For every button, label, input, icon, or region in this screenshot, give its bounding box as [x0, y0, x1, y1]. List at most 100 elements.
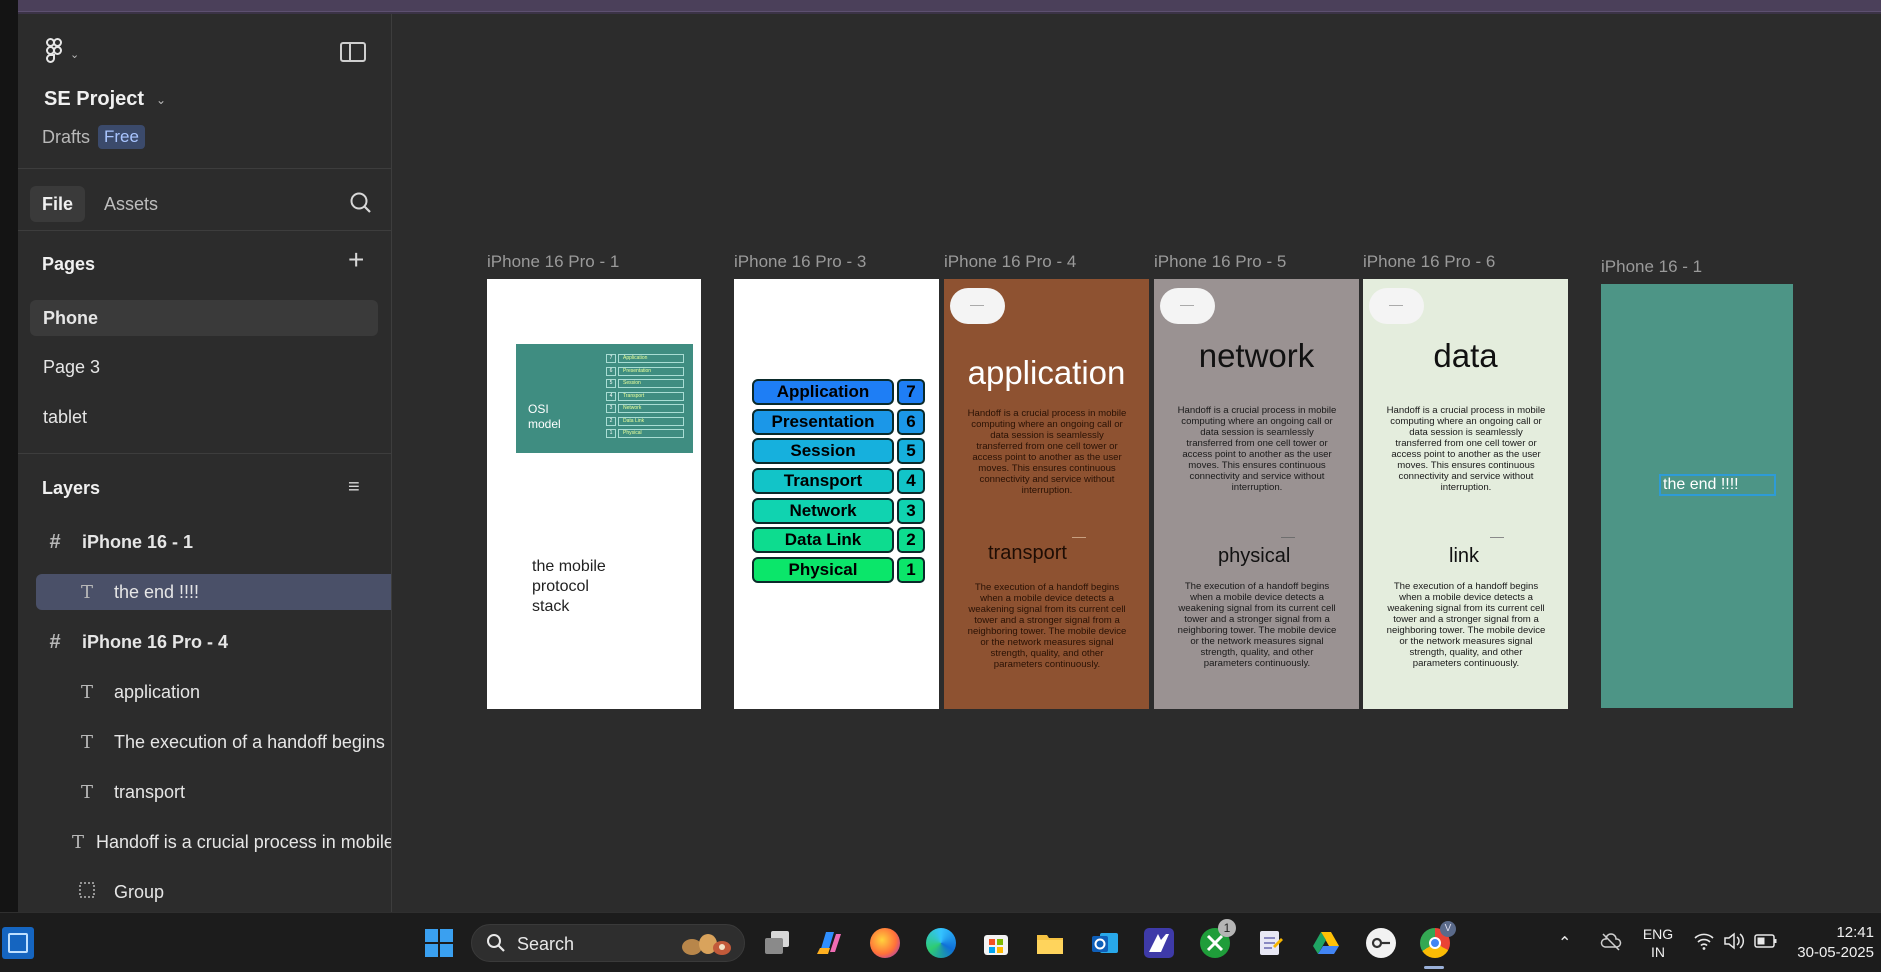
pill-button — [950, 288, 1005, 324]
divider — [18, 168, 391, 169]
page-item-tablet[interactable]: tablet — [30, 399, 378, 435]
layers-title: Layers — [42, 478, 101, 498]
text-layer-icon: T — [80, 581, 93, 603]
handoff-paragraph: Handoff is a crucial process in mobile c… — [1177, 405, 1337, 493]
layer-frame[interactable]: # iPhone 16 - 1 — [40, 524, 391, 560]
tab-file[interactable]: File — [30, 186, 86, 222]
wifi-icon[interactable] — [1693, 931, 1715, 956]
layer-label: application — [114, 681, 201, 702]
osi-layer-row: Network 3 — [752, 497, 927, 524]
frame-label[interactable]: iPhone 16 Pro - 1 — [487, 252, 619, 272]
slide-subtitle: physical — [1218, 545, 1291, 567]
divider — [18, 453, 391, 454]
frame-label[interactable]: iPhone 16 Pro - 4 — [944, 252, 1076, 272]
layer-frame[interactable]: # iPhone 16 Pro - 4 — [40, 624, 391, 660]
chevron-down-icon: ⌄ — [156, 92, 167, 107]
execution-paragraph: The execution of a handoff begins when a… — [1386, 581, 1546, 669]
language-indicator[interactable]: ENG IN — [1638, 925, 1678, 961]
layer-group[interactable]: Group — [36, 874, 391, 910]
phone-frame-data[interactable]: data Handoff is a crucial process in mob… — [1363, 279, 1568, 709]
clock[interactable]: 12:41 30-05-2025 — [1790, 923, 1880, 963]
osi-layer-number: 6 — [897, 408, 925, 435]
osi-layer-label: Session — [752, 438, 894, 465]
onedrive-offline-icon[interactable] — [1600, 931, 1622, 958]
osi-mini-number: 7 — [606, 354, 616, 363]
search-highlight-icon — [678, 931, 734, 963]
drafts-link[interactable]: Drafts — [42, 127, 90, 148]
pages-title: Pages — [42, 254, 96, 274]
project-name-button[interactable]: SE Project ⌄ — [44, 88, 166, 111]
frame-label[interactable]: iPhone 16 Pro - 3 — [734, 252, 866, 272]
osi-layer-label: Physical — [752, 557, 894, 584]
plan-badge: Free — [98, 125, 145, 149]
phone-frame-osi-stack[interactable]: Application 7 Presentation 6 Session 5 Tran… — [734, 279, 939, 709]
osi-layer-label: Data Link — [752, 527, 894, 554]
notepad-icon[interactable] — [1255, 928, 1285, 958]
taskbar-search[interactable]: Search — [471, 924, 745, 962]
frame-label[interactable]: iPhone 16 Pro - 6 — [1363, 252, 1495, 272]
layer-text[interactable]: T Handoff is a crucial process in mobile… — [36, 824, 391, 860]
task-view-icon[interactable] — [762, 928, 792, 958]
osi-layer-row: Presentation 6 — [752, 408, 927, 435]
widgets-icon[interactable] — [2, 927, 34, 959]
battery-icon[interactable] — [1754, 932, 1778, 955]
widget-glyph — [8, 933, 28, 953]
text-layer-icon: T — [80, 681, 93, 703]
drive-icon[interactable] — [1311, 928, 1341, 958]
layer-label: iPhone 16 Pro - 4 — [82, 631, 229, 652]
chevron-up-icon[interactable]: ⌃ — [1558, 933, 1571, 953]
phone-frame-end[interactable]: the end !!!! — [1601, 284, 1793, 708]
volume-icon[interactable] — [1723, 931, 1745, 956]
search-label: Search — [517, 934, 575, 954]
toggle-sidebar-icon[interactable] — [340, 42, 366, 62]
layer-label: The execution of a handoff begins — [114, 731, 385, 752]
osi-mini-diagram: 7 Application 6 Presentation 5 Session 4 Tra… — [606, 354, 684, 442]
layer-text[interactable]: T The execution of a handoff begins — [36, 724, 391, 760]
page-item-page-3[interactable]: Page 3 — [30, 349, 378, 385]
osi-mini-number: 4 — [606, 391, 616, 401]
search-icon — [486, 933, 506, 953]
layer-text-selected[interactable]: T the end !!!! — [36, 574, 391, 610]
app-icon[interactable] — [1144, 928, 1174, 958]
add-page-icon[interactable]: + — [348, 246, 364, 274]
osi-layer-row: Physical 1 — [752, 557, 927, 584]
collapse-layers-icon[interactable]: ≡ — [348, 476, 360, 499]
frame-label[interactable]: iPhone 16 - 1 — [1601, 257, 1702, 277]
layer-text[interactable]: T application — [36, 674, 391, 710]
key-icon[interactable] — [1366, 928, 1396, 958]
outlook-icon[interactable] — [1090, 928, 1120, 958]
store-icon[interactable] — [981, 928, 1011, 958]
phone-frame-osi-intro[interactable]: OSI model 7 Application 6 Presentation 5 Se… — [487, 279, 701, 709]
left-edge — [0, 0, 18, 912]
copilot-icon[interactable] — [814, 928, 844, 958]
slide-subtitle: link — [1449, 545, 1480, 567]
main-menu-button[interactable]: ⌄ — [44, 38, 79, 71]
text-layer-icon: T — [72, 831, 85, 853]
phone-frame-network[interactable]: network Handoff is a crucial process in … — [1154, 279, 1359, 709]
osi-mini-label: Data Link — [618, 416, 684, 426]
chevron-down-icon: ⌄ — [70, 49, 80, 61]
edge-icon[interactable] — [926, 928, 956, 958]
start-icon[interactable] — [424, 928, 454, 958]
protocol-stack-text: the mobile protocol stack — [532, 558, 606, 615]
xbox-notification-badge: 1 — [1218, 919, 1236, 937]
file-explorer-icon[interactable] — [1035, 928, 1065, 958]
divider-mark — [1281, 537, 1295, 538]
phone-frame-application[interactable]: application Handoff is a crucial process… — [944, 279, 1149, 709]
handoff-paragraph: Handoff is a crucial process in mobile c… — [1386, 405, 1546, 493]
text-layer-icon: T — [80, 781, 93, 803]
chrome-profile-badge: V — [1440, 921, 1456, 937]
design-canvas[interactable]: iPhone 16 Pro - 1 iPhone 16 Pro - 3 iPho… — [393, 14, 1881, 912]
end-text-selected[interactable]: the end !!!! — [1659, 474, 1776, 496]
slide-title: application — [967, 354, 1126, 391]
layer-label: transport — [114, 781, 186, 802]
tab-assets[interactable]: Assets — [92, 186, 170, 222]
execution-paragraph: The execution of a handoff begins when a… — [967, 582, 1127, 670]
frame-label[interactable]: iPhone 16 Pro - 5 — [1154, 252, 1286, 272]
page-item-phone[interactable]: Phone — [30, 300, 378, 336]
osi-layer-number: 3 — [897, 497, 925, 524]
firefox-icon[interactable] — [870, 928, 900, 958]
search-icon[interactable] — [348, 190, 374, 216]
layer-text[interactable]: T transport — [36, 774, 391, 810]
osi-layer-number: 2 — [897, 527, 925, 554]
